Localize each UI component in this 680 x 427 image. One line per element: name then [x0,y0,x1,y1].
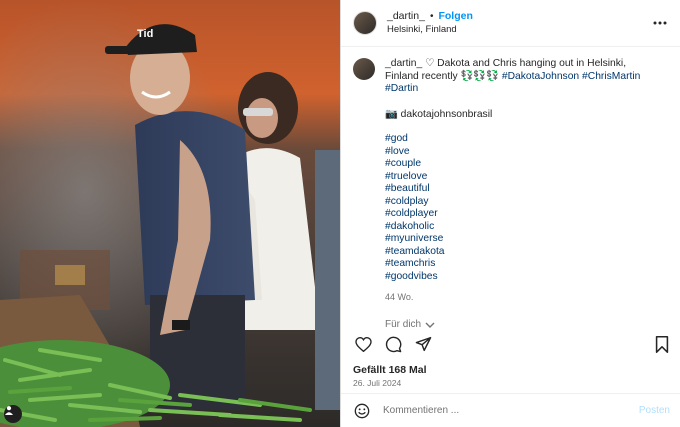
caption-age: 44 Wo. [385,292,414,302]
caption-inline-tag[interactable]: #Dartin [385,83,418,94]
caption-avatar[interactable] [353,58,375,80]
post-actions [353,334,672,354]
hashtag-link[interactable]: #myuniverse [385,233,650,246]
emoji-icon[interactable] [353,402,371,420]
like-count[interactable]: Gefällt 168 Mal [353,364,427,376]
instagram-post-view: Tid _dartin_ • Folgen Helsinki, Finland … [0,0,680,427]
post-comment-button[interactable]: Posten [639,405,670,416]
hashtag-link[interactable]: #love [385,146,650,159]
hashtag-link[interactable]: #beautiful [385,183,650,196]
hashtag-link[interactable]: #god [385,133,650,146]
hashtag-list: #god #love #couple #truelove #beautiful … [385,133,650,283]
comment-icon[interactable] [383,334,403,354]
hashtag-link[interactable]: #couple [385,158,650,171]
post-details-panel: _dartin_ • Folgen Helsinki, Finland _dar… [340,0,680,427]
author-username[interactable]: _dartin_ [387,10,425,23]
post-caption: _dartin_ ♡ Dakota and Chris hanging out … [353,58,670,331]
caption-inline-tag[interactable]: #DakotaJohnson [502,71,579,82]
heart-icon[interactable] [353,334,373,354]
follow-button[interactable]: Folgen [438,10,472,23]
translation-label: Für dich [385,318,422,330]
translation-toggle[interactable]: Für dich [385,319,650,332]
hashtag-link[interactable]: #coldplay [385,196,650,209]
tagged-user-icon[interactable] [4,405,22,423]
more-horizontal-icon[interactable] [650,13,670,33]
post-header: _dartin_ • Folgen Helsinki, Finland [341,0,680,47]
photo-illustration: Tid [0,0,340,427]
hashtag-link[interactable]: #teamchris [385,258,650,271]
chevron-down-icon [425,322,435,328]
caption-body: _dartin_ ♡ Dakota and Chris hanging out … [385,58,650,331]
photo-credit: 📷 dakotajohnsonbrasil [385,108,493,120]
comment-bar: Posten [341,393,680,427]
hashtag-link[interactable]: #goodvibes [385,271,650,284]
post-date: 26. Juli 2024 [353,378,402,388]
hashtag-link[interactable]: #truelove [385,171,650,184]
hashtag-link[interactable]: #teamdakota [385,246,650,259]
caption-username[interactable]: _dartin_ [385,58,422,69]
hashtag-link[interactable]: #coldplayer [385,208,650,221]
hashtag-link[interactable]: #dakoholic [385,221,650,234]
caption-inline-tag[interactable]: #ChrisMartin [582,71,640,82]
comment-input[interactable] [381,404,639,417]
post-location[interactable]: Helsinki, Finland [387,23,473,36]
post-photo[interactable]: Tid [0,0,340,427]
send-icon[interactable] [413,334,433,354]
header-separator: • [429,11,434,22]
bookmark-icon[interactable] [652,334,672,354]
svg-text:Tid: Tid [137,28,153,40]
author-avatar[interactable] [353,11,377,35]
